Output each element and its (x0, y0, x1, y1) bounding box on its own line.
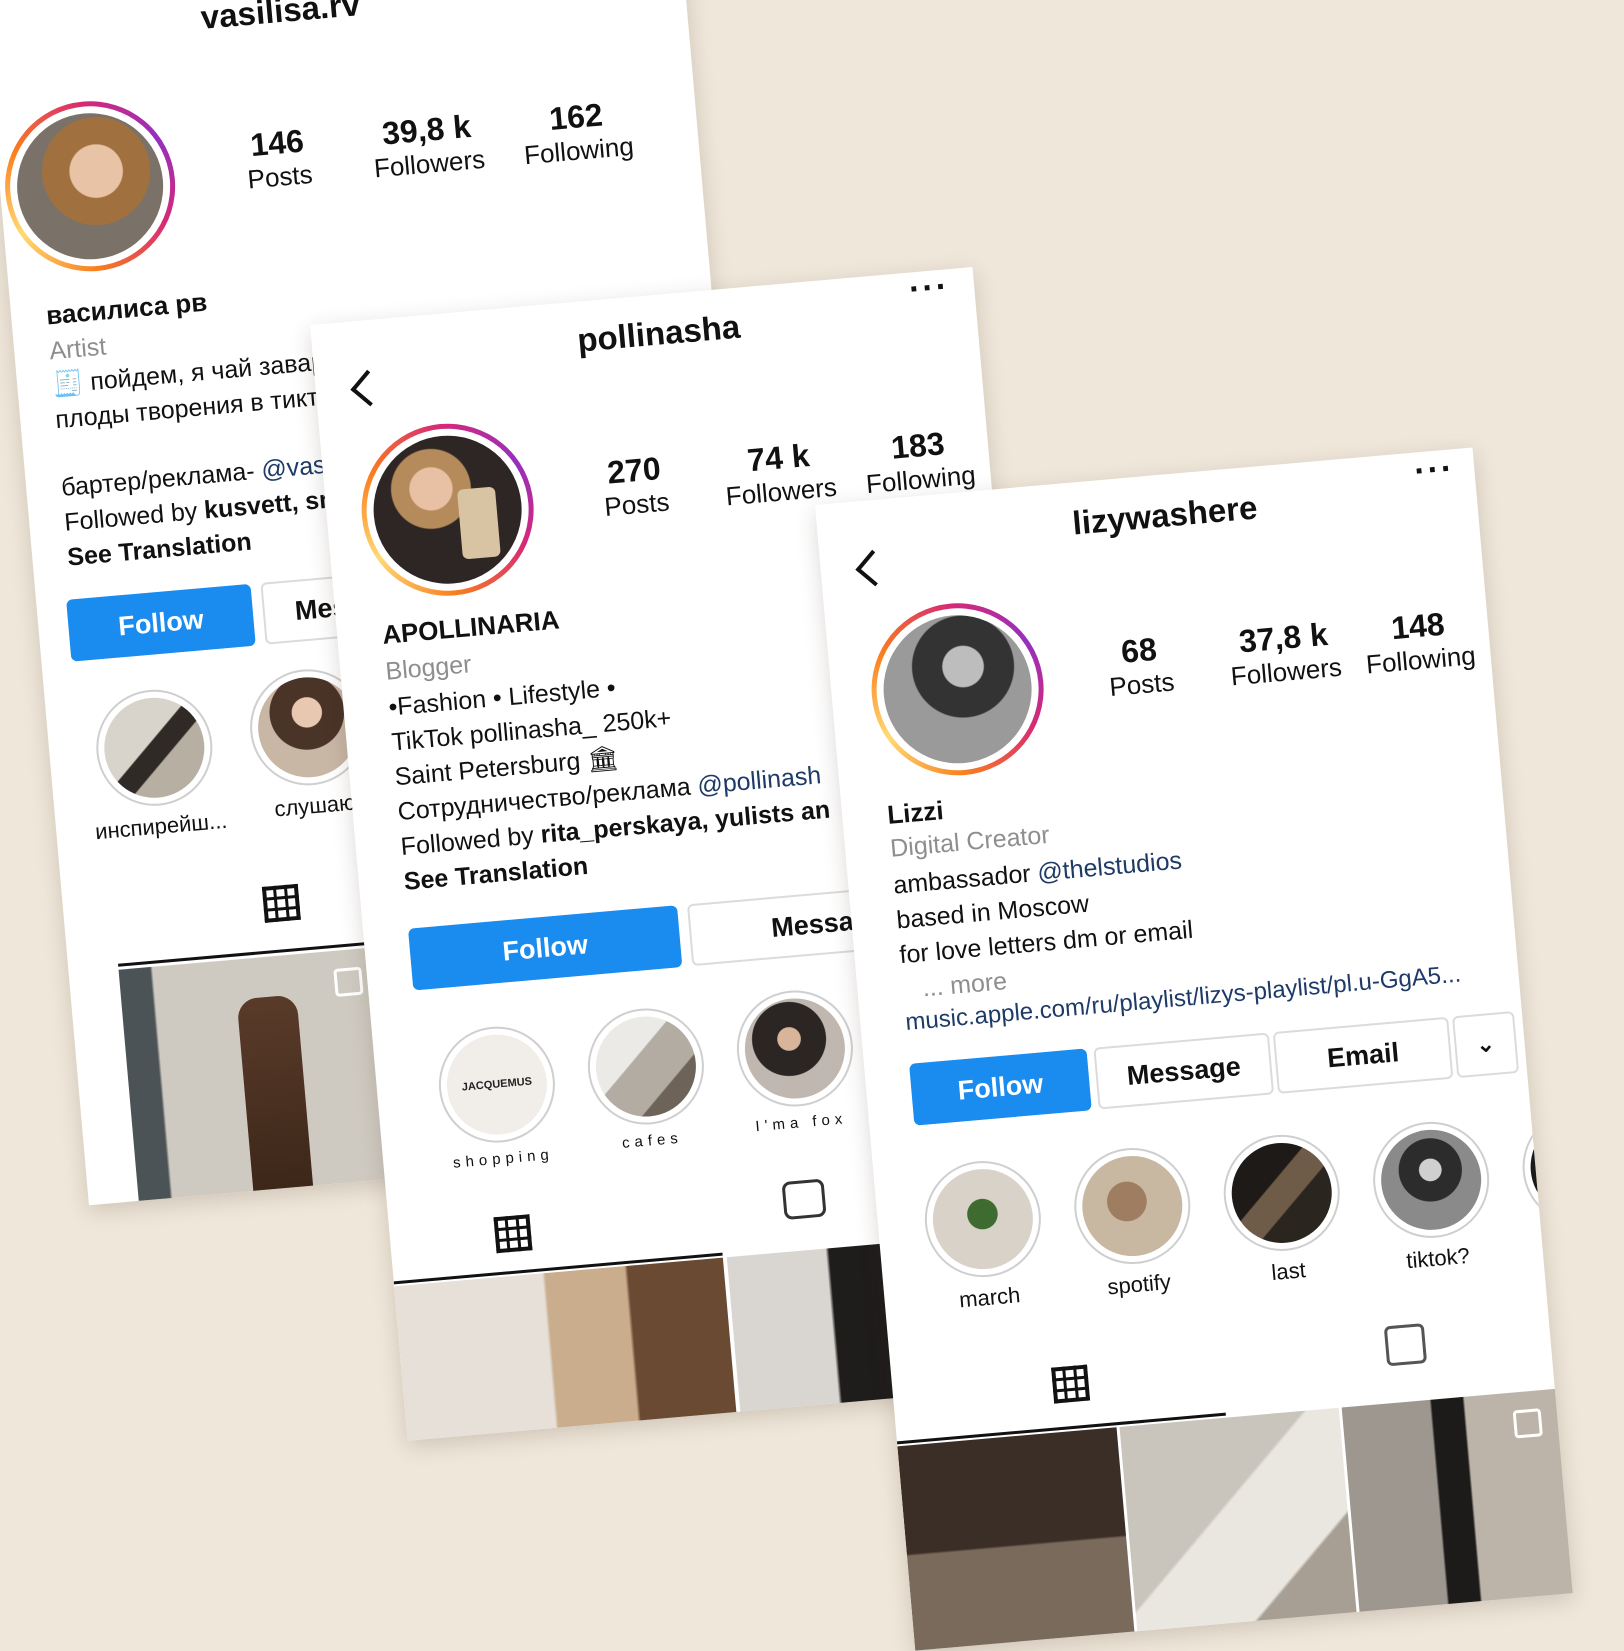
grid-icon[interactable] (261, 883, 301, 923)
bio-mention-link[interactable]: @thelstudios (1036, 846, 1183, 887)
back-chevron-icon[interactable] (350, 369, 388, 407)
igtv-icon[interactable] (781, 1178, 827, 1221)
multi-post-icon (1512, 1408, 1543, 1439)
profile-username: pollinasha (575, 307, 742, 359)
highlight-logo-text: JACQUEMUS (461, 1075, 533, 1094)
follow-button[interactable]: Follow (66, 583, 256, 662)
following-stat[interactable]: 183 Following (842, 421, 997, 502)
post-thumbnail[interactable] (394, 1257, 745, 1441)
post-thumbnail[interactable] (1341, 1388, 1573, 1647)
message-button[interactable]: Message (1093, 1032, 1275, 1110)
highlight-label: tiktok? (1405, 1242, 1471, 1274)
followers-stat[interactable]: 37,8 k Followers (1207, 613, 1362, 694)
followers-stat[interactable]: 74 k Followers (702, 433, 857, 514)
highlight-label: march (958, 1282, 1022, 1313)
highlight[interactable]: I'ma fox (725, 985, 867, 1137)
followers-stat[interactable]: 39,8 k Followers (350, 105, 505, 186)
chevron-down-icon[interactable]: ⌄ (1451, 1011, 1520, 1079)
followed-by-suffix: an (799, 795, 832, 827)
profile-username: lizywashere (1070, 488, 1259, 542)
profile-name: APOLLINARIA (380, 604, 561, 650)
highlight-label: cafes (621, 1129, 684, 1152)
post-thumbnail[interactable] (897, 1427, 1138, 1651)
profile-card-lizywashere: lizywashere ··· 68 Posts 37,8 k Follower… (815, 447, 1573, 1651)
post-thumbnail[interactable] (1119, 1407, 1360, 1651)
profile-category: Artist (48, 332, 108, 366)
highlight[interactable]: last (1212, 1129, 1355, 1290)
posts-stat[interactable]: 146 Posts (221, 120, 337, 197)
tagged-icon[interactable] (1383, 1323, 1428, 1367)
multi-post-icon (333, 966, 364, 997)
following-stat[interactable]: 162 Following (500, 92, 655, 173)
follow-button[interactable]: Follow (407, 905, 683, 991)
highlight[interactable]: tiktok? (1361, 1116, 1504, 1277)
highlight-label: инспирейш... (94, 807, 229, 845)
posts-stat[interactable]: 68 Posts (1083, 628, 1199, 705)
more-dots-icon[interactable]: ··· (1413, 449, 1456, 491)
more-dots-icon[interactable]: ··· (908, 267, 951, 309)
highlight-label: spotify (1106, 1268, 1172, 1300)
profile-category: Blogger (384, 650, 473, 686)
following-stat[interactable]: 148 Following (1342, 601, 1497, 682)
highlight[interactable]: spotify (1062, 1143, 1205, 1304)
highlight[interactable]: march (913, 1156, 1056, 1317)
highlight-label: shopping (452, 1145, 555, 1172)
post-thumbnail[interactable] (118, 946, 402, 1206)
receipt-icon: 🧾 (51, 368, 92, 400)
grid-icon[interactable] (493, 1214, 533, 1254)
highlight[interactable]: ja (1511, 1103, 1573, 1264)
back-chevron-icon[interactable] (855, 549, 893, 587)
highlight[interactable]: JACQUEMUS shopping (427, 1021, 569, 1173)
avatar[interactable] (864, 596, 1051, 783)
highlight-label: I'ma fox (754, 1110, 848, 1136)
profile-name: Lizzi (885, 795, 945, 830)
highlight-label: ja (1522, 1227, 1573, 1264)
avatar[interactable] (354, 416, 541, 603)
highlight[interactable]: инспирейш... (75, 683, 238, 846)
posts-stat[interactable]: 270 Posts (578, 448, 694, 525)
avatar[interactable] (0, 94, 183, 279)
highlight-label: last (1270, 1257, 1307, 1286)
profile-name: василиса рв (44, 286, 209, 331)
follow-button[interactable]: Follow (909, 1048, 1092, 1126)
highlight[interactable]: cafes (576, 1003, 718, 1155)
grid-icon[interactable] (1051, 1364, 1091, 1404)
profile-username: vasilisa.rv (199, 0, 362, 36)
email-button[interactable]: Email (1272, 1016, 1454, 1094)
